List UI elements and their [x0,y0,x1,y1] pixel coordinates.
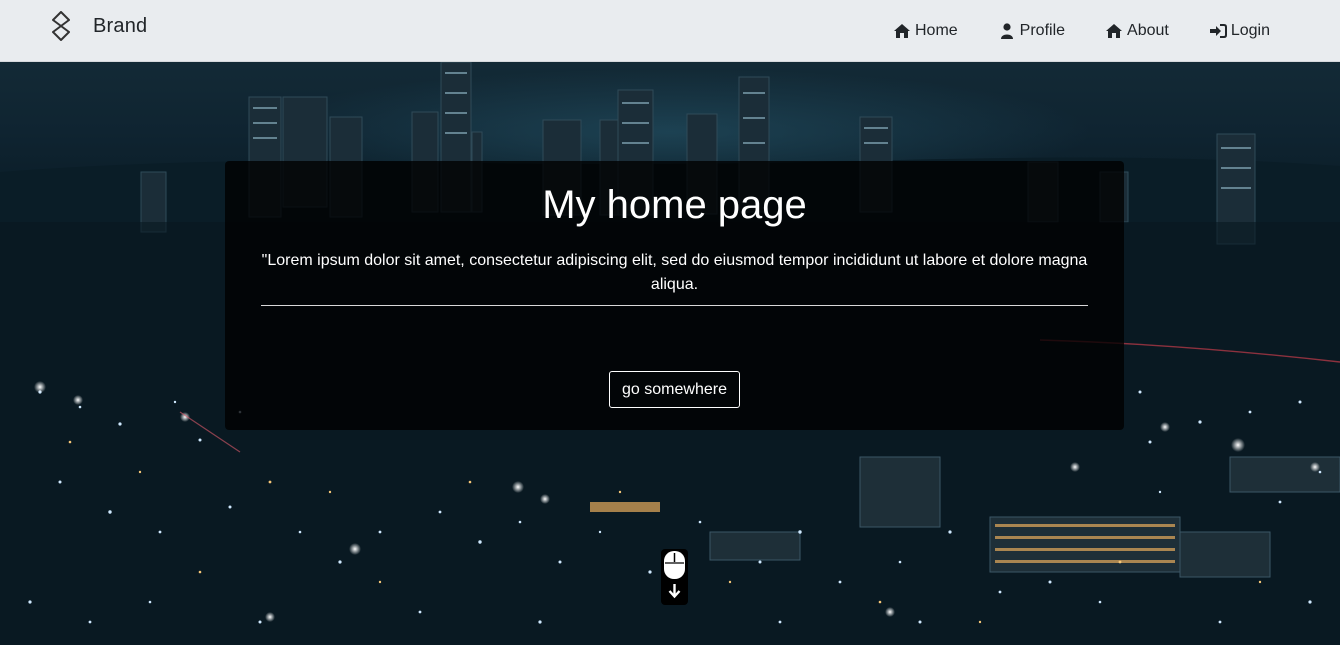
go-somewhere-button[interactable]: go somewhere [609,371,740,408]
nav-link-profile[interactable]: Profile [998,22,1065,40]
brand-label: Brand [93,14,148,37]
brand-logo-icon [52,11,70,41]
home-icon [893,24,910,38]
hero-section: My home page "Lorem ipsum dolor sit amet… [0,62,1340,645]
nav-link-label: Login [1230,22,1270,39]
hero-lead-text: "Lorem ipsum dolor sit amet, consectetur… [261,252,1088,293]
sign-in-icon [1209,24,1227,38]
scroll-down-button[interactable] [661,549,688,605]
nav-link-label: About [1127,22,1169,39]
nav-link-about[interactable]: About [1105,22,1169,40]
nav-link-label: Home [914,22,958,39]
nav-links: Home Profile About Login [893,0,1270,62]
navbar: Brand Home Profile About Login [0,0,1340,62]
divider [261,305,1088,306]
brand-link[interactable]: Brand [50,11,147,41]
mouse-scroll-down-icon [664,551,685,599]
nav-link-login[interactable]: Login [1209,22,1270,40]
nav-link-label: Profile [1019,22,1066,39]
page-title: My home page [542,183,807,227]
home-icon [1106,24,1123,38]
nav-link-home[interactable]: Home [893,22,958,40]
user-icon [1000,23,1013,39]
hero-card: My home page "Lorem ipsum dolor sit amet… [225,161,1124,430]
